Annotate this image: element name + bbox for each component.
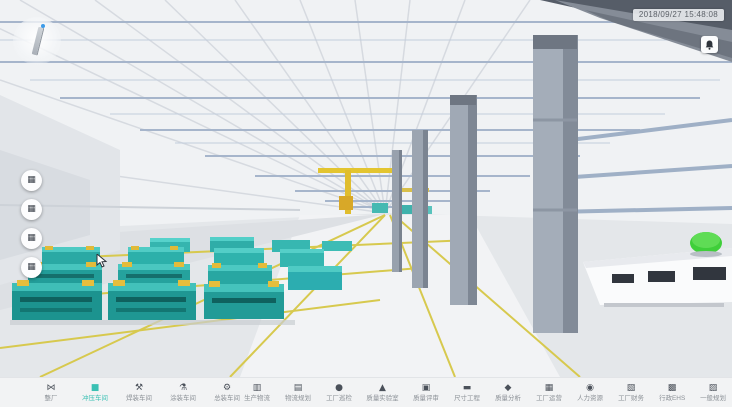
nav-dimensional-engineering[interactable]: ▬ 尺寸工程 (452, 383, 482, 403)
nav-general-planning[interactable]: ▨ 一般规划 (698, 383, 728, 403)
nav-factory-inspection[interactable]: ● 工厂巡检 (324, 383, 354, 403)
board-icon: ▦ (27, 263, 36, 272)
nav-painting-shop[interactable]: ⚗ 涂装车间 (168, 383, 198, 403)
dashboard-button-1[interactable]: ▦ (21, 170, 42, 191)
nav-factory-operations[interactable]: ▦ 工厂运营 (534, 383, 564, 403)
view-compass[interactable] (13, 17, 61, 65)
board-icon: ▦ (27, 234, 36, 243)
nav-logistics-planning[interactable]: ▤ 物流规划 (283, 383, 313, 403)
board-icon: ▦ (27, 205, 36, 214)
dashboard-button-2[interactable]: ▦ (21, 199, 42, 220)
nav-quality-lab[interactable]: ▲ 质量实验室 (365, 383, 400, 403)
bell-icon (705, 40, 714, 50)
nav-human-resources[interactable]: ◉ 人力资源 (575, 383, 605, 403)
timestamp: 2018/09/27 15:48:08 (633, 9, 724, 21)
side-button-group: ▦ ▦ ▦ ▦ (21, 170, 42, 278)
nav-stamping-shop[interactable]: ■ 冲压车间 (80, 383, 110, 403)
welding-icon: ⚒ (135, 383, 143, 393)
clipboard-icon: ▣ (422, 383, 431, 393)
truck-icon: ▥ (253, 383, 262, 393)
document-icon: ▨ (709, 383, 718, 393)
nav-welding-shop[interactable]: ⚒ 焊装车间 (124, 383, 154, 403)
nav-factory-finance[interactable]: ▧ 工厂财务 (616, 383, 646, 403)
chart-icon: ▦ (545, 383, 554, 393)
factory-3d-viewport[interactable] (0, 0, 732, 377)
nav-quality-review[interactable]: ▣ 质量评审 (411, 383, 441, 403)
workshop-nav-group: ⋈ 整厂 ■ 冲压车间 ⚒ 焊装车间 ⚗ 涂装车间 ⚙ 总装车间 (36, 383, 242, 403)
nav-admin-ehs[interactable]: ▩ 行政EHS (657, 383, 687, 403)
person-icon: ◉ (586, 383, 594, 393)
briefcase-icon: ▧ (627, 383, 636, 393)
factory-3d-scene (0, 0, 732, 377)
grid-icon: ▩ (668, 383, 677, 393)
plan-icon: ▤ (294, 383, 303, 393)
ruler-icon: ▬ (463, 383, 472, 393)
nav-assembly-shop[interactable]: ⚙ 总装车间 (212, 383, 242, 403)
flask-icon: ▲ (379, 383, 386, 393)
bottom-toolbar: ⋈ 整厂 ■ 冲压车间 ⚒ 焊装车间 ⚗ 涂装车间 ⚙ 总装车间 ▥ 生产物流 … (0, 377, 732, 407)
assembly-icon: ⚙ (223, 383, 231, 393)
compass-north-dot (41, 24, 45, 28)
painting-icon: ⚗ (179, 383, 187, 393)
green-object (690, 232, 722, 257)
nav-whole-factory[interactable]: ⋈ 整厂 (36, 383, 66, 403)
nav-quality-analysis[interactable]: ◆ 质量分析 (493, 383, 523, 403)
dashboard-button-4[interactable]: ▦ (21, 257, 42, 278)
function-nav-group: ▥ 生产物流 ▤ 物流规划 ● 工厂巡检 ▲ 质量实验室 ▣ 质量评审 ▬ 尺寸… (242, 383, 728, 403)
compass-needle-icon (32, 27, 44, 55)
dashboard-button-3[interactable]: ▦ (21, 228, 42, 249)
stamping-icon: ■ (91, 383, 100, 393)
inspector-icon: ● (335, 383, 343, 393)
factory-icon: ⋈ (47, 383, 56, 393)
nav-production-logistics[interactable]: ▥ 生产物流 (242, 383, 272, 403)
board-icon: ▦ (27, 176, 36, 185)
shield-icon: ◆ (505, 383, 512, 393)
notification-button[interactable] (701, 36, 718, 53)
